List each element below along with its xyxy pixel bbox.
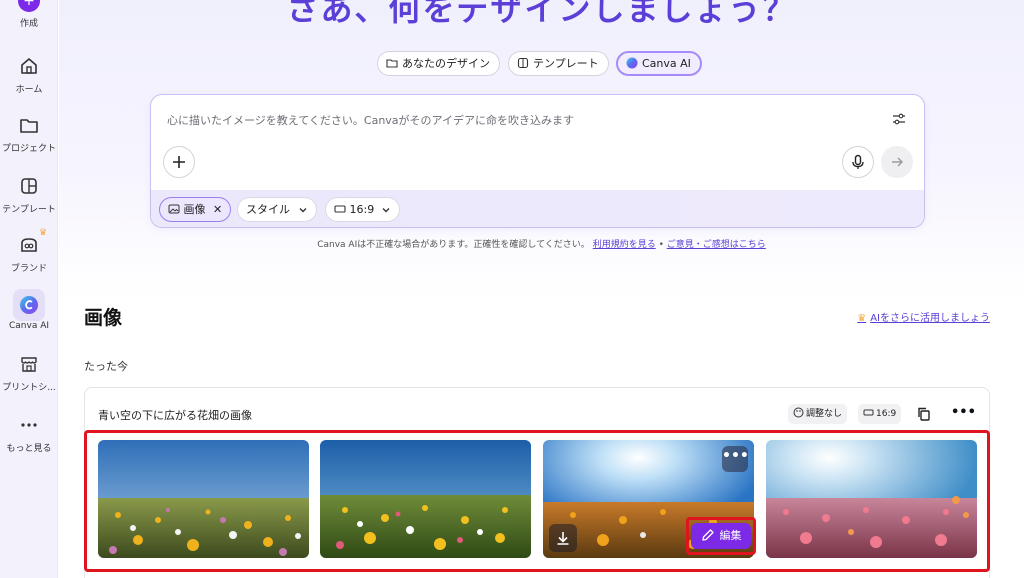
tab-templates[interactable]: テンプレート [508, 51, 609, 76]
plus-icon: + [18, 0, 40, 12]
image-chip-label: 画像 [183, 203, 206, 216]
plus-icon [173, 156, 185, 168]
copy-icon [918, 407, 930, 421]
download-icon [557, 532, 569, 545]
sidebar-item-templates[interactable]: テンプレート [0, 175, 58, 215]
palette-icon [793, 407, 804, 418]
tab-label: Canva AI [642, 57, 691, 70]
tab-canva-ai[interactable]: Canva AI [616, 51, 702, 76]
flower-field-image [98, 440, 309, 558]
sidebar-item-projects[interactable]: プロジェクト [0, 114, 58, 154]
result-image-1[interactable] [98, 440, 309, 558]
tab-label: あなたのデザイン [402, 57, 490, 70]
more-icon [21, 423, 37, 427]
adjust-tag[interactable]: 調整なし [788, 404, 848, 424]
close-icon[interactable]: ✕ [213, 203, 222, 216]
tab-your-designs[interactable]: あなたのデザイン [377, 51, 500, 76]
create-label: 作成 [19, 19, 38, 29]
folder-icon [386, 59, 398, 68]
sidebar-item-label: Canva AI [8, 321, 50, 331]
sidebar-item-print[interactable]: プリントシ... [0, 353, 58, 393]
ratio-dropdown[interactable]: 16:9 [325, 197, 400, 222]
folder-icon [20, 119, 38, 133]
chevron-down-icon [299, 208, 306, 213]
sidebar-item-canva-ai[interactable]: Canva AI [0, 294, 58, 331]
image-icon [168, 204, 180, 214]
result-title: 青い空の下に広がる花畑の画像 [98, 409, 252, 422]
pencil-icon [701, 529, 714, 541]
sliders-icon [893, 113, 905, 125]
arrow-right-icon [892, 157, 904, 167]
section-title: 画像 [84, 307, 123, 329]
mic-button[interactable] [842, 146, 874, 178]
sidebar-item-label: プリントシ... [2, 383, 56, 393]
tab-label: テンプレート [533, 57, 599, 70]
copy-button[interactable] [913, 403, 935, 425]
adjust-label: 調整なし [806, 409, 843, 419]
create-button[interactable]: + 作成 [0, 0, 58, 34]
canva-ai-icon [626, 57, 638, 69]
chevron-down-icon [382, 208, 390, 213]
sidebar-item-label: プロジェクト [1, 144, 56, 154]
download-button[interactable] [549, 524, 577, 552]
ai-link-label: AIをさらに活用しましょう [870, 313, 990, 324]
timestamp: たった今 [84, 360, 128, 373]
feedback-link[interactable]: ご意見・ご感想はこちら [667, 240, 766, 250]
style-dropdown[interactable]: スタイル [237, 197, 317, 222]
ai-upgrade-link[interactable]: ♛ AIをさらに活用しましょう [857, 309, 990, 324]
template-icon [517, 57, 529, 69]
sidebar-item-more[interactable]: もっと見る [0, 414, 58, 454]
sidebar: + 作成 ホーム プロジェクト テンプレート ♛ ブランド Canva AI プ… [0, 0, 58, 578]
prompt-footer: 画像 ✕ スタイル 16:9 [151, 190, 924, 227]
crown-icon: ♛ [857, 313, 867, 324]
shop-icon [21, 357, 37, 372]
aspect-ratio-icon [334, 205, 346, 213]
disclaimer: Canva AIは不正確な場合があります。正確性を確認してください。 利用規約を… [59, 237, 1024, 250]
edit-label: 編集 [719, 529, 742, 542]
sidebar-item-label: テンプレート [2, 205, 56, 215]
sidebar-item-home[interactable]: ホーム [0, 55, 58, 95]
style-label: スタイル [246, 203, 290, 216]
template-icon [21, 178, 37, 194]
send-button[interactable] [881, 146, 913, 178]
hero-title: さあ、何をデザインしましょう？ [286, 0, 797, 28]
canva-ai-icon [20, 296, 38, 314]
ratio-tag-label: 16:9 [876, 409, 897, 419]
brand-icon [21, 238, 37, 252]
aspect-ratio-icon [863, 409, 874, 416]
microphone-icon [852, 154, 864, 169]
prompt-input[interactable]: 心に描いたイメージを教えてください。Canvaがそのアイデアに命を吹き込みます [167, 112, 574, 128]
result-image-2[interactable] [320, 440, 531, 558]
sidebar-item-label: ホーム [15, 85, 43, 95]
image-chip[interactable]: 画像 ✕ [159, 197, 232, 222]
sidebar-item-brand[interactable]: ブランド [0, 234, 58, 274]
home-icon [21, 58, 37, 74]
separator: • [658, 240, 664, 250]
thumb-more-button[interactable]: ••• [722, 446, 749, 472]
prompt-box: 心に描いたイメージを教えてください。Canvaがそのアイデアに命を吹き込みます … [150, 94, 925, 228]
add-button[interactable] [163, 146, 195, 178]
terms-link[interactable]: 利用規約を見る [593, 240, 656, 250]
ratio-label: 16:9 [349, 203, 375, 216]
edit-button[interactable]: 編集 [691, 523, 751, 549]
ratio-tag: 16:9 [858, 404, 902, 424]
flower-field-image [766, 440, 977, 558]
result-image-4[interactable] [766, 440, 977, 558]
sidebar-item-label: ブランド [10, 264, 47, 274]
flower-field-image [320, 440, 531, 558]
more-options-button[interactable]: ••• [951, 403, 976, 425]
sidebar-item-label: もっと見る [6, 444, 52, 454]
disclaimer-text: Canva AIは不正確な場合があります。正確性を確認してください。 [317, 240, 590, 250]
settings-button[interactable] [892, 111, 906, 130]
